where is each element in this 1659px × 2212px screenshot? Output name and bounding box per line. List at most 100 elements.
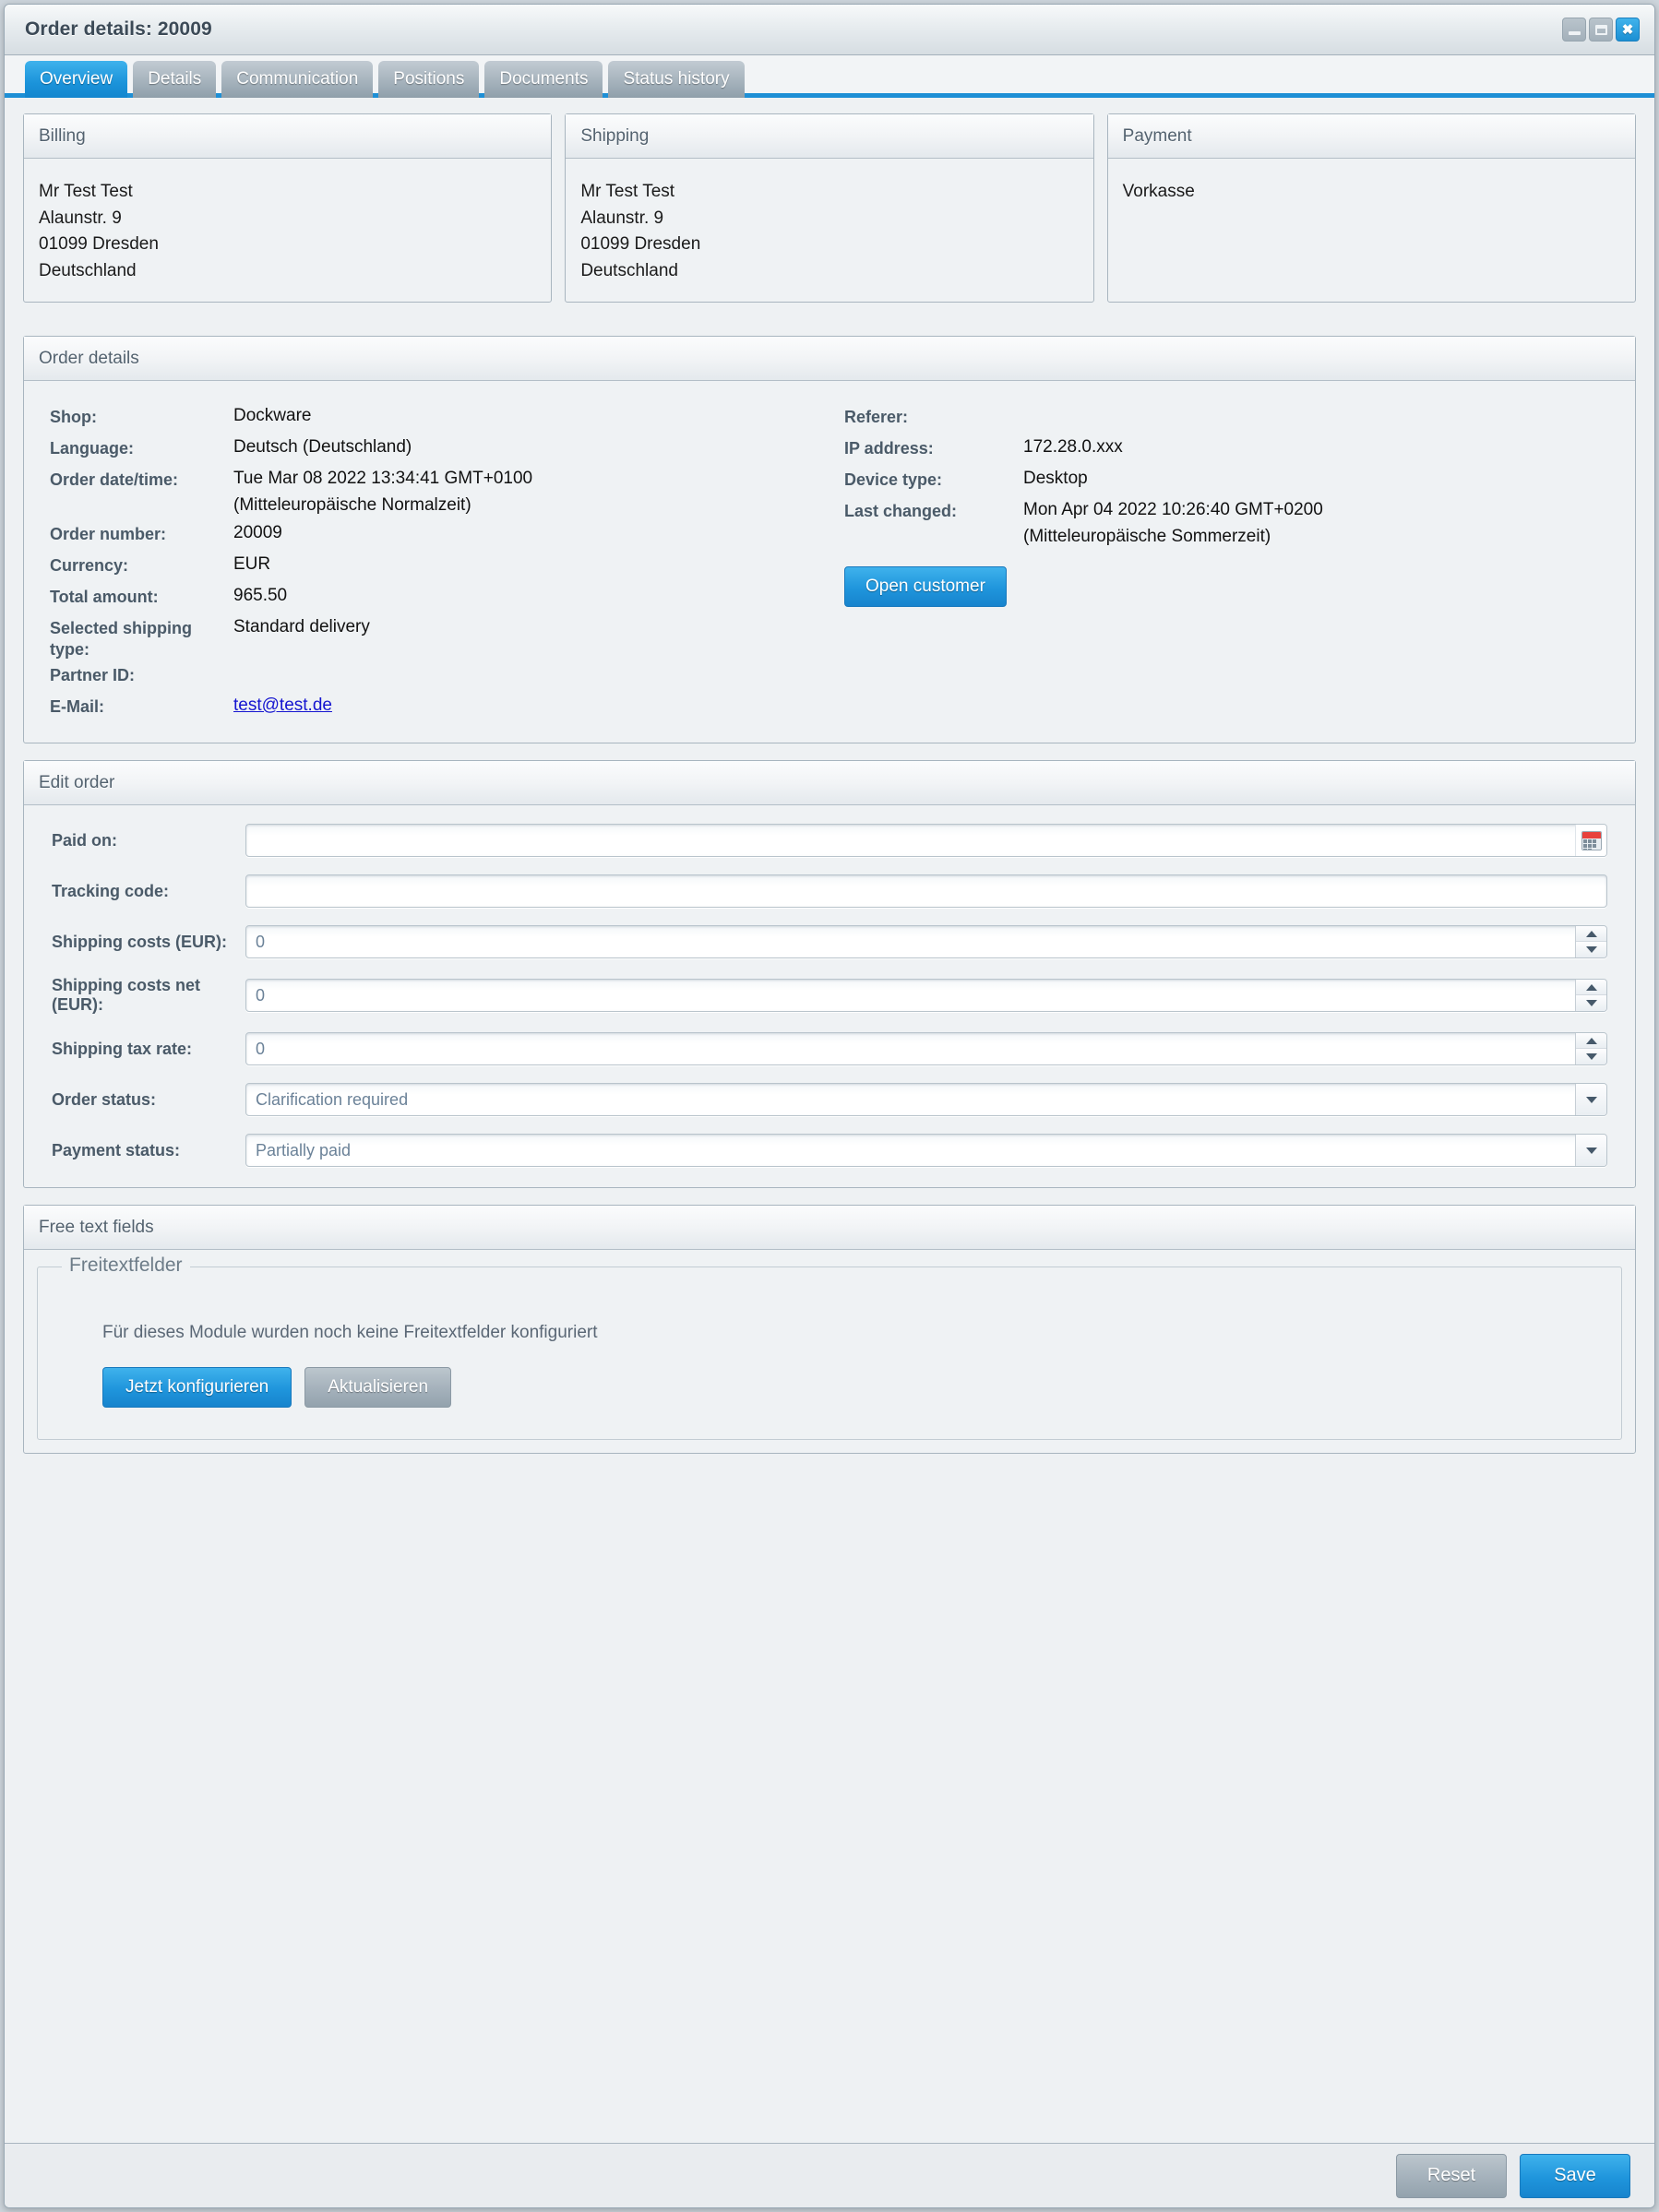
billing-panel-header: Billing [24, 114, 552, 159]
tab-status-history[interactable]: Status history [608, 61, 745, 98]
shipping-costs-stepper[interactable] [1575, 926, 1606, 957]
detail-row-language: Language: Deutsch (Deutschland) [35, 433, 830, 464]
shipping-line: 01099 Dresden [580, 234, 701, 254]
chevron-down-icon [1585, 1096, 1597, 1103]
order-details-body: Shop: Dockware Language: Deutsch (Deutsc… [24, 381, 1635, 743]
detail-row-currency: Currency: EUR [35, 550, 830, 581]
page-title: Order details: 20009 [25, 18, 212, 40]
shipping-tax-rate-input[interactable] [246, 1033, 1575, 1064]
reset-button[interactable]: Reset [1396, 2153, 1507, 2198]
billing-line: Deutschland [39, 260, 137, 280]
edit-order-panel: Edit order Paid on: Tracking code: Shipp… [23, 760, 1636, 1188]
tab-positions[interactable]: Positions [378, 61, 480, 98]
order-details-panel: Order details Shop: Dockware Language: D… [23, 336, 1636, 743]
detail-label: Order number: [50, 525, 167, 543]
billing-line: Mr Test Test [39, 182, 133, 201]
detail-value-total-amount: 965.50 [233, 586, 288, 605]
detail-label: Shop: [50, 408, 97, 426]
form-row-payment-status: Payment status: [42, 1134, 1617, 1167]
detail-row-shipping-type: Selected shipping type: Standard deliver… [35, 612, 830, 660]
detail-row-order-datetime: Order date/time: Tue Mar 08 2022 13:34:4… [35, 464, 830, 518]
detail-label: Referer: [844, 408, 909, 426]
order-status-dropdown-button[interactable] [1575, 1084, 1606, 1115]
tracking-code-field[interactable] [245, 874, 1607, 908]
order-details-header: Order details [24, 337, 1635, 381]
billing-panel: Billing Mr Test Test Alaunstr. 9 01099 D… [23, 113, 553, 303]
paid-on-field[interactable] [245, 824, 1607, 857]
detail-row-total-amount: Total amount: 965.50 [35, 581, 830, 612]
shipping-costs-net-stepper[interactable] [1575, 980, 1606, 1011]
chevron-down-icon [1585, 1053, 1597, 1060]
order-details-right-column: Referer: IP address: 172.28.0.xxx Device… [830, 401, 1624, 722]
shipping-costs-net-field[interactable] [245, 979, 1607, 1012]
tab-label: Details [148, 69, 202, 89]
shipping-panel-header: Shipping [566, 114, 1093, 159]
detail-value-language: Deutsch (Deutschland) [233, 437, 412, 457]
shipping-panel: Shipping Mr Test Test Alaunstr. 9 01099 … [565, 113, 1094, 303]
stepper-down-button[interactable] [1576, 995, 1606, 1011]
shipping-tax-rate-stepper[interactable] [1575, 1033, 1606, 1064]
shipping-costs-field[interactable] [245, 925, 1607, 958]
chevron-down-icon [1585, 1000, 1597, 1006]
shipping-tax-rate-label: Shipping tax rate: [52, 1039, 193, 1058]
minimize-button[interactable] [1562, 18, 1586, 42]
tab-label: Communication [236, 69, 359, 89]
refresh-button[interactable]: Aktualisieren [304, 1367, 452, 1408]
free-text-fields-message: Für dieses Module wurden noch keine Frei… [102, 1323, 598, 1342]
chevron-down-icon [1585, 946, 1597, 953]
close-button[interactable]: ✖ [1616, 18, 1640, 42]
tab-details[interactable]: Details [133, 61, 217, 98]
stepper-down-button[interactable] [1576, 1049, 1606, 1064]
paid-on-label: Paid on: [52, 830, 117, 850]
payment-status-field[interactable] [245, 1134, 1607, 1167]
form-row-shipping-tax-rate: Shipping tax rate: [42, 1032, 1617, 1065]
detail-label: Order date/time: [50, 470, 179, 489]
overview-content: Billing Mr Test Test Alaunstr. 9 01099 D… [5, 98, 1654, 2143]
detail-label: Currency: [50, 556, 129, 575]
stepper-up-button[interactable] [1576, 926, 1606, 942]
maximize-icon [1594, 24, 1607, 35]
shipping-line: Deutschland [580, 260, 678, 280]
detail-row-last-changed: Last changed: Mon Apr 04 2022 10:26:40 G… [830, 495, 1624, 550]
detail-value-device-type: Desktop [1023, 469, 1088, 488]
save-button[interactable]: Save [1520, 2153, 1630, 2198]
tab-bar: Overview Details Communication Positions… [5, 55, 1654, 98]
stepper-down-button[interactable] [1576, 942, 1606, 957]
tracking-code-input[interactable] [246, 875, 1606, 907]
form-row-paid-on: Paid on: [42, 824, 1617, 857]
free-text-fields-panel: Free text fields Freitextfelder Für dies… [23, 1205, 1636, 1454]
chevron-up-icon [1585, 1037, 1597, 1044]
payment-panel: Payment Vorkasse [1106, 113, 1636, 303]
calendar-icon [1581, 830, 1602, 850]
detail-value-shop: Dockware [233, 406, 312, 425]
order-status-input[interactable] [246, 1084, 1575, 1115]
shipping-line: Alaunstr. 9 [580, 208, 664, 228]
order-details-left-column: Shop: Dockware Language: Deutsch (Deutsc… [35, 401, 830, 722]
shipping-costs-input[interactable] [246, 926, 1575, 957]
payment-status-dropdown-button[interactable] [1575, 1135, 1606, 1166]
order-status-field[interactable] [245, 1083, 1607, 1116]
calendar-button[interactable] [1575, 825, 1606, 856]
paid-on-input[interactable] [246, 825, 1575, 856]
form-row-shipping-costs: Shipping costs (EUR): [42, 925, 1617, 958]
tab-overview[interactable]: Overview [25, 61, 128, 98]
stepper-up-button[interactable] [1576, 980, 1606, 995]
chevron-up-icon [1585, 930, 1597, 937]
stepper-up-button[interactable] [1576, 1033, 1606, 1049]
shipping-costs-net-input[interactable] [246, 980, 1575, 1011]
tab-communication[interactable]: Communication [221, 61, 374, 98]
tab-documents[interactable]: Documents [484, 61, 603, 98]
free-text-fields-actions: Jetzt konfigurieren Aktualisieren [102, 1367, 1597, 1408]
maximize-button[interactable] [1589, 18, 1613, 42]
shipping-tax-rate-field[interactable] [245, 1032, 1607, 1065]
shipping-costs-label: Shipping costs (EUR): [52, 932, 227, 951]
tab-label: Positions [393, 69, 465, 89]
open-customer-button[interactable]: Open customer [844, 566, 1007, 607]
shipping-address: Mr Test Test Alaunstr. 9 01099 Dresden D… [566, 159, 1092, 302]
chevron-up-icon [1585, 983, 1597, 991]
email-link[interactable]: test@test.de [233, 696, 332, 715]
payment-status-input[interactable] [246, 1135, 1575, 1166]
detail-row-order-number: Order number: 20009 [35, 518, 830, 550]
billing-line: 01099 Dresden [39, 234, 159, 254]
configure-now-button[interactable]: Jetzt konfigurieren [102, 1367, 292, 1408]
